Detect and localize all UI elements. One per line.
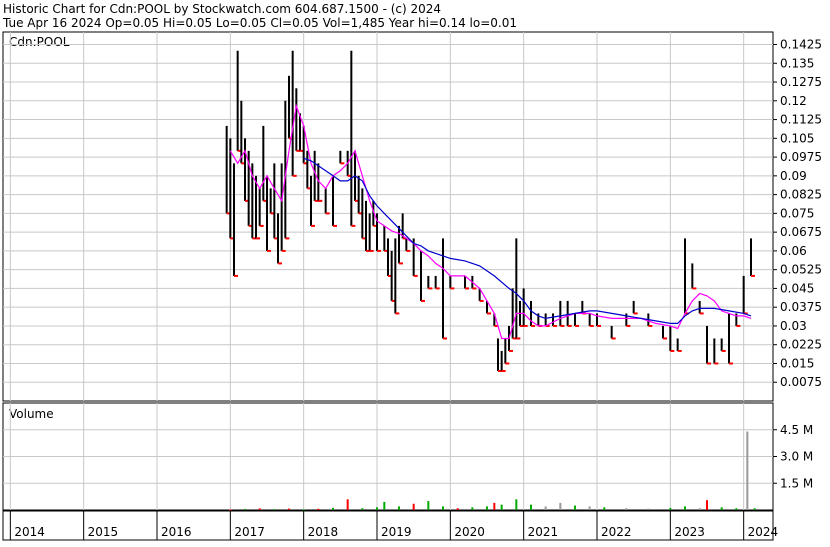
volume-bar	[486, 506, 488, 510]
x-tick-label: 2019	[381, 525, 412, 539]
price-y-tick-label: 0.12	[780, 94, 807, 108]
price-y-tick-label: 0.075	[780, 206, 814, 220]
volume-bar	[647, 508, 650, 510]
volume-bar	[361, 508, 364, 510]
volume-bar	[383, 501, 386, 510]
volume-bar	[332, 507, 334, 510]
x-tick-label: 2016	[161, 525, 192, 539]
volume-bar	[427, 501, 430, 510]
volume-bar	[398, 506, 400, 510]
volume-bar	[258, 508, 261, 510]
price-y-tick-label: 0.03	[780, 319, 807, 333]
volume-bar	[412, 503, 415, 510]
volume-bar	[588, 506, 591, 510]
price-y-tick-label: 0.015	[780, 356, 814, 370]
volume-bar	[735, 508, 738, 510]
volume-bar	[669, 507, 672, 510]
volume-bar	[346, 499, 349, 510]
volume-bar	[500, 504, 503, 510]
volume-bar	[544, 506, 547, 510]
x-tick-label: 2021	[528, 525, 559, 539]
volume-bar	[244, 508, 246, 510]
price-y-tick-label: 0.0525	[780, 263, 822, 277]
price-y-tick-label: 0.0225	[780, 338, 822, 352]
volume-bar	[603, 507, 606, 510]
price-y-tick-label: 0.0975	[780, 150, 822, 164]
volume-y-tick-label: 1.5 M	[780, 476, 813, 490]
volume-bar	[442, 506, 444, 510]
volume-panel-title: Volume	[9, 407, 54, 421]
volume-bar	[456, 508, 459, 510]
x-tick-label: 2023	[674, 525, 705, 539]
price-y-tick-label: 0.1425	[780, 38, 822, 52]
volume-bar	[559, 502, 562, 510]
volume-bar	[302, 509, 305, 511]
volume-y-tick-label: 3.0 M	[780, 450, 813, 464]
volume-bar	[698, 508, 701, 510]
chart-header-line2: Tue Apr 16 2024 Op=0.05 Hi=0.05 Lo=0.05 …	[2, 16, 517, 30]
price-y-tick-label: 0.0375	[780, 300, 822, 314]
price-y-tick-label: 0.135	[780, 56, 814, 70]
volume-bar	[746, 431, 749, 510]
volume-bar	[515, 499, 518, 510]
volume-y-tick-label: 4.5 M	[780, 423, 813, 437]
volume-bar	[229, 509, 232, 511]
volume-bar	[471, 507, 474, 510]
price-y-tick-label: 0.06	[780, 244, 807, 258]
x-tick-label: 2020	[454, 525, 485, 539]
volume-bar	[273, 509, 276, 511]
volume-bar	[530, 504, 532, 510]
volume-bar	[574, 505, 576, 510]
price-y-tick-label: 0.045	[780, 281, 814, 295]
x-tick-label: 2014	[14, 525, 45, 539]
price-y-tick-label: 0.0075	[780, 375, 822, 389]
x-tick-label: 2017	[234, 525, 265, 539]
price-panel-title: Cdn:POOL	[9, 35, 70, 49]
stock-chart: Historic Chart for Cdn:POOL by Stockwatc…	[0, 0, 830, 543]
volume-bar	[753, 508, 756, 510]
price-y-tick-label: 0.105	[780, 131, 814, 145]
volume-bar	[720, 507, 723, 510]
volume-bar	[706, 500, 708, 510]
volume-bar	[288, 508, 290, 510]
x-tick-label: 2015	[88, 525, 119, 539]
volume-bar	[684, 506, 686, 510]
volume-bar	[625, 508, 628, 510]
volume-bar	[376, 507, 378, 510]
volume-bar	[493, 502, 496, 510]
volume-bar	[317, 508, 320, 510]
price-y-tick-label: 0.0825	[780, 188, 822, 202]
price-y-tick-label: 0.09	[780, 169, 807, 183]
chart-svg: Historic Chart for Cdn:POOL by Stockwatc…	[2, 2, 822, 541]
chart-header-line1: Historic Chart for Cdn:POOL by Stockwatc…	[3, 2, 441, 16]
price-y-tick-label: 0.0675	[780, 225, 822, 239]
x-tick-label: 2024	[748, 525, 779, 539]
x-tick-label: 2022	[601, 525, 632, 539]
price-y-tick-label: 0.1275	[780, 75, 822, 89]
price-y-tick-label: 0.1125	[780, 113, 822, 127]
x-tick-label: 2018	[308, 525, 339, 539]
